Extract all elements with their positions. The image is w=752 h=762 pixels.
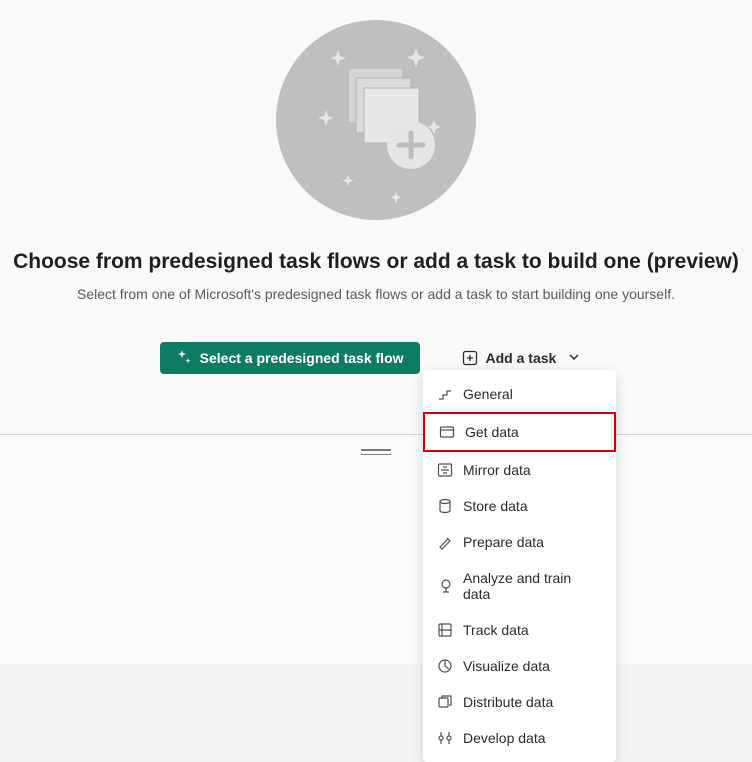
dropdown-item-store-data[interactable]: Store data: [423, 488, 616, 524]
dropdown-item-label: General: [463, 386, 513, 402]
dropdown-item-label: Get data: [465, 424, 519, 440]
sparkle-icon: [176, 350, 192, 366]
dropdown-item-analyze-and-train-data[interactable]: Analyze and train data: [423, 560, 616, 612]
drag-handle[interactable]: [361, 449, 391, 455]
develop-icon: [437, 730, 453, 746]
get-data-icon: [439, 424, 455, 440]
page-title: Choose from predesigned task flows or ad…: [0, 250, 752, 274]
dropdown-item-label: Develop data: [463, 730, 546, 746]
distribute-icon: [437, 694, 453, 710]
dropdown-item-get-data[interactable]: Get data: [423, 412, 616, 452]
dropdown-item-label: Mirror data: [463, 462, 531, 478]
plus-square-icon: [462, 350, 478, 366]
hero-illustration: [276, 20, 476, 220]
dropdown-item-label: Distribute data: [463, 694, 553, 710]
add-task-label: Add a task: [486, 350, 557, 366]
dropdown-item-distribute-data[interactable]: Distribute data: [423, 684, 616, 720]
store-icon: [437, 498, 453, 514]
select-predesigned-label: Select a predesigned task flow: [200, 350, 404, 366]
dropdown-item-prepare-data[interactable]: Prepare data: [423, 524, 616, 560]
visualize-icon: [437, 658, 453, 674]
dropdown-item-mirror-data[interactable]: Mirror data: [423, 452, 616, 488]
select-predesigned-button[interactable]: Select a predesigned task flow: [160, 342, 420, 374]
page-subtitle: Select from one of Microsoft's predesign…: [0, 286, 752, 302]
dropdown-item-label: Prepare data: [463, 534, 544, 550]
add-task-dropdown: General Get data Mirror data Store data Prep…: [423, 370, 616, 762]
dropdown-item-label: Visualize data: [463, 658, 550, 674]
dropdown-item-label: Store data: [463, 498, 528, 514]
chevron-down-icon: [568, 350, 580, 366]
dropdown-item-label: Analyze and train data: [463, 570, 602, 602]
dropdown-item-label: Track data: [463, 622, 529, 638]
analyze-icon: [437, 578, 453, 594]
step-icon: [437, 386, 453, 402]
dropdown-item-track-data[interactable]: Track data: [423, 612, 616, 648]
dropdown-item-visualize-data[interactable]: Visualize data: [423, 648, 616, 684]
prepare-icon: [437, 534, 453, 550]
dropdown-item-general[interactable]: General: [423, 376, 616, 412]
track-icon: [437, 622, 453, 638]
dropdown-item-develop-data[interactable]: Develop data: [423, 720, 616, 756]
mirror-icon: [437, 462, 453, 478]
